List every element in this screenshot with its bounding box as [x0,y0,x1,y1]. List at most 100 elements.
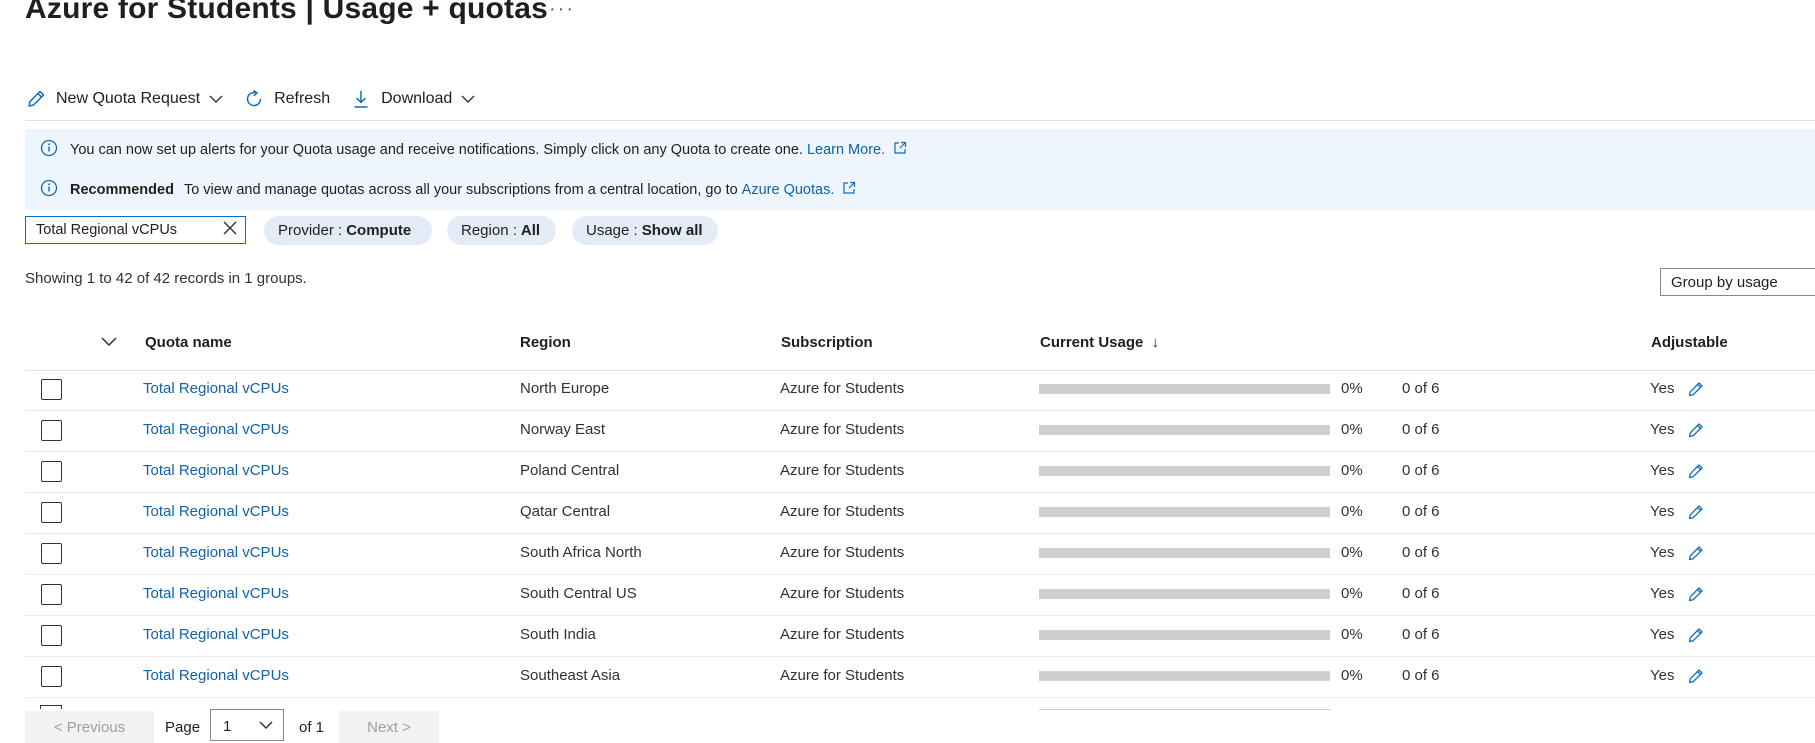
usage-percent: 0% [1341,667,1363,684]
usage-count: 0 of 6 [1402,503,1440,520]
usage-progress-bar [1039,507,1330,517]
pencil-icon [25,88,47,110]
subscription-cell: Azure for Students [780,462,905,479]
row-checkbox[interactable] [41,420,62,441]
adjustable-value: Yes [1650,462,1675,479]
records-summary: Showing 1 to 42 of 42 records in 1 group… [25,270,307,287]
usage-progress-bar [1039,589,1330,599]
info-icon [40,179,58,201]
group-by-dropdown[interactable]: Group by usage [1660,268,1815,296]
refresh-button[interactable]: Refresh [243,88,330,110]
region-cell: Poland Central [520,462,620,479]
chevron-down-icon [101,334,117,351]
adjustable-value: Yes [1650,626,1675,643]
adjustable-value: Yes [1650,585,1675,602]
subscription-cell: Azure for Students [780,585,905,602]
adjustable-value: Yes [1650,667,1675,684]
info-banner: You can now set up alerts for your Quota… [25,129,1815,210]
pencil-icon[interactable] [1687,585,1705,607]
column-header-adjustable[interactable]: Adjustable [1651,334,1728,351]
provider-filter-value: Compute [346,222,412,239]
region-cell: North Europe [520,380,610,397]
table-row: Total Regional vCPUs South Central US Azur… [25,575,1815,616]
usage-percent: 0% [1341,462,1363,479]
recommendation-notice: Recommended To view and manage quotas ac… [40,179,856,201]
learn-more-link[interactable]: Learn More. [807,142,885,158]
row-checkbox[interactable] [41,502,62,523]
usage-count: 0 of 6 [1402,462,1440,479]
quota-name-link[interactable]: Total Regional vCPUs [143,421,289,438]
new-quota-request-button[interactable]: New Quota Request [25,88,223,110]
pencil-icon[interactable] [1687,462,1705,484]
usage-count: 0 of 6 [1402,544,1440,561]
quota-name-link[interactable]: Total Regional vCPUs [143,626,289,643]
quota-alert-notice: You can now set up alerts for your Quota… [40,139,907,161]
row-checkbox[interactable] [41,666,62,687]
usage-progress-bar [1039,671,1330,681]
quota-name-link[interactable]: Total Regional vCPUs [143,462,289,479]
chevron-down-icon [259,721,273,730]
expand-all-toggle[interactable] [101,334,117,352]
next-page-button[interactable]: Next > [339,711,439,743]
provider-filter-pill[interactable]: Provider : Compute [264,216,432,245]
region-filter-pill[interactable]: Region : All [447,216,556,245]
column-header-region[interactable]: Region [520,334,571,351]
azure-quotas-link[interactable]: Azure Quotas. [742,182,835,198]
subscription-cell: Azure for Students [780,421,905,438]
row-checkbox[interactable] [41,543,62,564]
adjustable-value: Yes [1650,503,1675,520]
usage-progress-bar [1039,466,1330,476]
usage-filter-label: Usage : [586,222,638,239]
column-header-subscription[interactable]: Subscription [781,334,873,351]
region-cell: South Africa North [520,544,642,561]
sort-descending-icon: ↓ [1151,334,1160,351]
pencil-icon[interactable] [1687,626,1705,648]
quota-search-box [25,216,246,244]
chevron-down-icon [209,94,223,104]
quota-name-link[interactable]: Total Regional vCPUs [143,380,289,397]
usage-percent: 0% [1341,626,1363,643]
page-number-select[interactable]: 1 [210,709,284,741]
region-filter-value: All [520,222,541,239]
pencil-icon[interactable] [1687,503,1705,525]
usage-percent: 0% [1341,585,1363,602]
quota-name-link[interactable]: Total Regional vCPUs [143,667,289,684]
region-cell: South India [520,626,596,643]
quota-name-link[interactable]: Total Regional vCPUs [143,585,289,602]
subscription-cell: Azure for Students [780,380,905,397]
region-cell: Qatar Central [520,503,611,520]
external-link-icon[interactable] [842,181,856,199]
info-icon [40,139,58,161]
row-checkbox[interactable] [41,379,62,400]
close-icon[interactable] [222,220,238,241]
chevron-down-icon [461,94,475,104]
external-link-icon[interactable] [893,141,907,159]
row-checkbox[interactable] [41,584,62,605]
quota-search-input[interactable] [26,221,218,239]
pencil-icon[interactable] [1687,421,1705,443]
quota-name-link[interactable]: Total Regional vCPUs [143,544,289,561]
download-button[interactable]: Download [350,88,475,110]
row-checkbox[interactable] [41,625,62,646]
column-header-quota-name[interactable]: Quota name [145,334,232,351]
previous-page-button[interactable]: < Previous [25,711,154,743]
subscription-cell: Azure for Students [780,667,905,684]
row-checkbox[interactable] [41,461,62,482]
usage-progress-bar [1039,425,1330,435]
usage-percent: 0% [1341,544,1363,561]
region-cell: Southeast Asia [520,667,621,684]
column-header-current-usage[interactable]: Current Usage ↓ [1040,334,1159,351]
more-options-button[interactable]: ··· [549,0,575,21]
usage-filter-value: Show all [641,222,703,239]
quota-name-link[interactable]: Total Regional vCPUs [143,503,289,520]
pencil-icon[interactable] [1687,380,1705,402]
usage-count: 0 of 6 [1402,626,1440,643]
usage-filter-pill[interactable]: Usage : Show all [572,216,718,245]
usage-percent: 0% [1341,380,1363,397]
page-title: Azure for Students | Usage + quotas [25,0,548,25]
table-row: Total Regional vCPUs Qatar Central Azure f… [25,493,1815,534]
refresh-icon [243,88,265,110]
pencil-icon[interactable] [1687,667,1705,689]
pencil-icon[interactable] [1687,544,1705,566]
page-label: Page [165,719,201,736]
